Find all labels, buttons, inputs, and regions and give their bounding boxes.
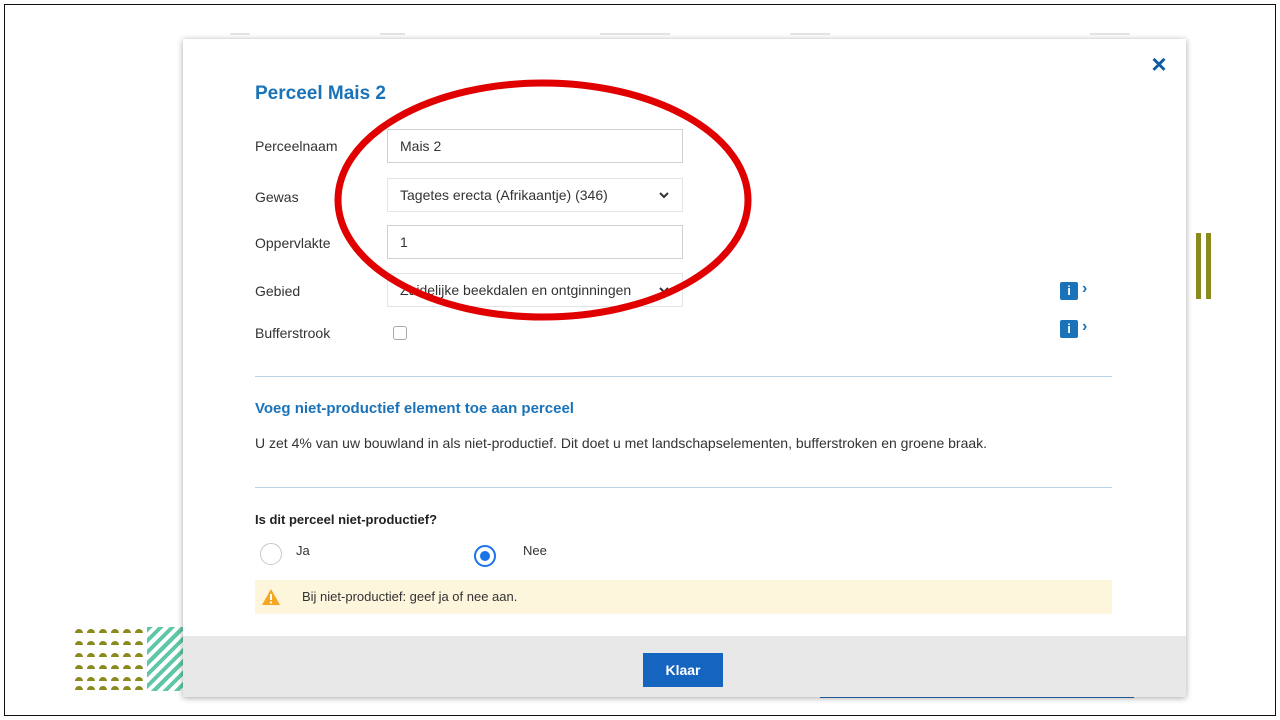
warning-icon	[262, 589, 280, 605]
gebied-select[interactable]: Zuidelijke beekdalen en ontginningen	[387, 273, 683, 307]
chevron-down-icon	[659, 192, 669, 199]
perceelnaam-input[interactable]: Mais 2	[387, 129, 683, 163]
gewas-selected-value: Tagetes erecta (Afrikaantje) (346)	[400, 187, 608, 203]
section-title: Voeg niet-productief element toe aan per…	[255, 400, 574, 417]
radio-ja[interactable]	[260, 543, 282, 565]
gewas-select[interactable]: Tagetes erecta (Afrikaantje) (346)	[387, 178, 683, 212]
oppervlakte-input[interactable]: 1	[387, 225, 683, 259]
chevron-right-icon: ›	[1082, 280, 1088, 297]
perceelnaam-label: Perceelnaam	[255, 138, 338, 154]
gebied-selected-value: Zuidelijke beekdalen en ontginningen	[400, 282, 632, 298]
bufferstrook-info-button[interactable]: i ›	[1060, 318, 1094, 338]
section-divider	[255, 376, 1112, 377]
gebied-label: Gebied	[255, 283, 301, 299]
section-divider	[255, 487, 1112, 488]
decorative-bars	[1196, 233, 1214, 299]
radio-ja-label: Ja	[296, 543, 310, 558]
chevron-right-icon: ›	[1082, 318, 1088, 335]
dialog-title: Perceel Mais 2	[255, 83, 386, 104]
chevron-down-icon	[659, 287, 669, 294]
radio-nee[interactable]	[474, 545, 496, 567]
info-icon: i	[1060, 320, 1078, 338]
bufferstrook-label: Bufferstrook	[255, 325, 331, 341]
gebied-info-button[interactable]: i ›	[1060, 280, 1094, 300]
background-underlay	[230, 33, 1130, 35]
klaar-button[interactable]: Klaar	[643, 653, 723, 687]
bufferstrook-checkbox[interactable]	[393, 326, 407, 340]
dialog-footer: Klaar	[183, 636, 1186, 697]
perceel-dialog: × Perceel Mais 2 Perceelnaam Mais 2 Gewa…	[183, 39, 1186, 697]
oppervlakte-label: Oppervlakte	[255, 235, 331, 251]
info-icon: i	[1060, 282, 1078, 300]
warning-message: Bij niet-productief: geef ja of nee aan.	[255, 580, 1112, 614]
question-label: Is dit perceel niet-productief?	[255, 512, 438, 527]
warning-text: Bij niet-productief: geef ja of nee aan.	[302, 589, 518, 604]
radio-nee-label: Nee	[523, 543, 547, 558]
section-description: U zet 4% van uw bouwland in als niet-pro…	[255, 435, 988, 451]
decorative-dots	[75, 629, 143, 690]
decorative-stripes	[147, 627, 183, 691]
gewas-label: Gewas	[255, 189, 299, 205]
close-icon[interactable]: ×	[1148, 51, 1170, 77]
